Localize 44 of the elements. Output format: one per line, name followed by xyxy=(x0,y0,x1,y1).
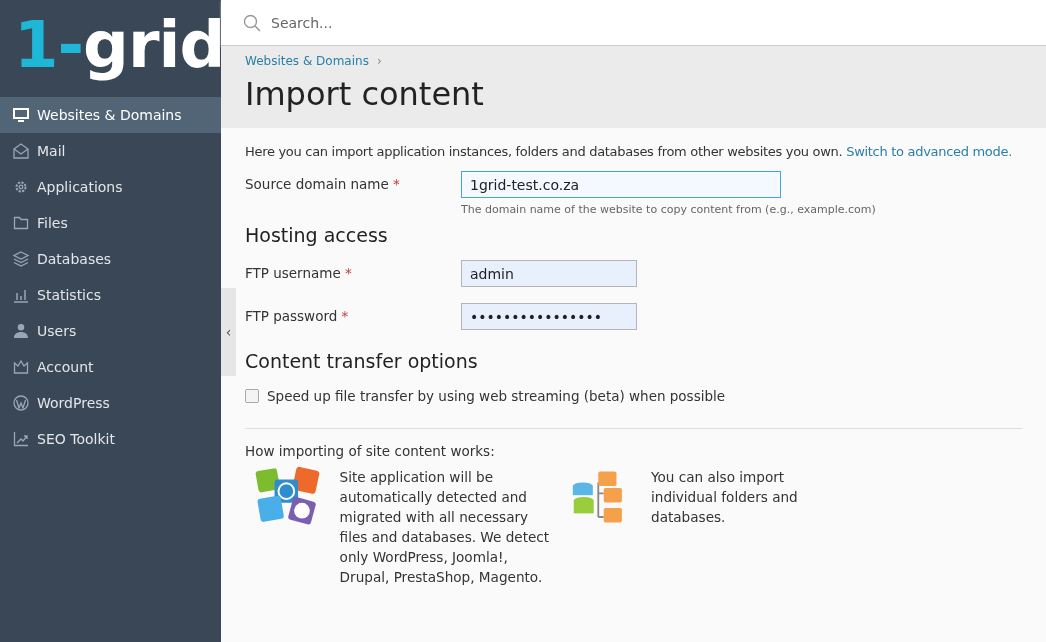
envelope-icon xyxy=(13,143,29,159)
layers-icon xyxy=(13,251,29,267)
section-heading: Content transfer options xyxy=(245,350,479,372)
field-label: FTP password * xyxy=(245,307,350,324)
gear-icon xyxy=(13,179,29,195)
folder-icon xyxy=(13,215,29,231)
sidebar-item[interactable]: SEO Toolkit xyxy=(0,421,221,457)
page-title: Import content xyxy=(245,74,485,114)
section-heading: Hosting access xyxy=(245,224,389,246)
info-text: You can also import individual folders and databases. xyxy=(651,468,799,527)
wordpress-icon xyxy=(13,395,29,411)
sidebar-item[interactable]: Applications xyxy=(0,169,221,205)
input-field[interactable]: •••••••••••••••• xyxy=(461,303,637,330)
field-hint: The domain name of the website to copy content from (e.g., example.com) xyxy=(461,203,876,216)
info-heading: How importing of site content works: xyxy=(245,443,496,459)
sidebar-item[interactable]: Files xyxy=(0,205,221,241)
search-field[interactable]: Search... xyxy=(269,13,573,32)
domain-field[interactable]: 1grid-test.co.za xyxy=(461,171,781,198)
sidebar-item[interactable]: Users xyxy=(0,313,221,349)
cms-logos-icon xyxy=(255,467,320,527)
crown-icon xyxy=(13,359,29,375)
advanced-mode-link[interactable]: Switch to advanced mode. xyxy=(846,144,1012,159)
breadcrumb-link[interactable]: Websites & Domains xyxy=(245,54,369,68)
collapse-handle[interactable]: ‹ xyxy=(221,288,236,376)
checkbox[interactable] xyxy=(245,389,259,403)
input-field[interactable]: admin xyxy=(461,260,637,287)
sidebar-item[interactable]: Mail xyxy=(0,133,221,169)
bar-chart-icon xyxy=(13,287,29,303)
search-icon xyxy=(243,13,261,32)
field-label: Source domain name * xyxy=(245,175,401,192)
field-label: FTP username * xyxy=(245,264,353,281)
breadcrumb-separator: › xyxy=(376,54,382,68)
sidebar-item[interactable]: Account xyxy=(0,349,221,385)
sidebar-item[interactable]: Databases xyxy=(0,241,221,277)
sidebar-item[interactable]: WordPress xyxy=(0,385,221,421)
user-icon xyxy=(13,323,29,339)
monitor-icon xyxy=(13,107,29,123)
line-chart-icon xyxy=(13,431,29,447)
checkbox-label: Speed up file transfer by using web streaming (beta) when possible xyxy=(267,388,726,404)
logo: 1-grid xyxy=(14,7,225,84)
sidebar-item[interactable]: Statistics xyxy=(0,277,221,313)
info-text: Site application will be automatically detected and migrated with all necessary files and databases. We detect only WordPress, Joomla!, Drupal, PrestaShop, Magento. xyxy=(339,468,551,587)
intro-text: Here you can import application instances, folders and databases from other websites you own. Switch to advanced mode. xyxy=(245,144,1013,159)
sidebar-item[interactable]: Websites & Domains xyxy=(0,97,221,133)
